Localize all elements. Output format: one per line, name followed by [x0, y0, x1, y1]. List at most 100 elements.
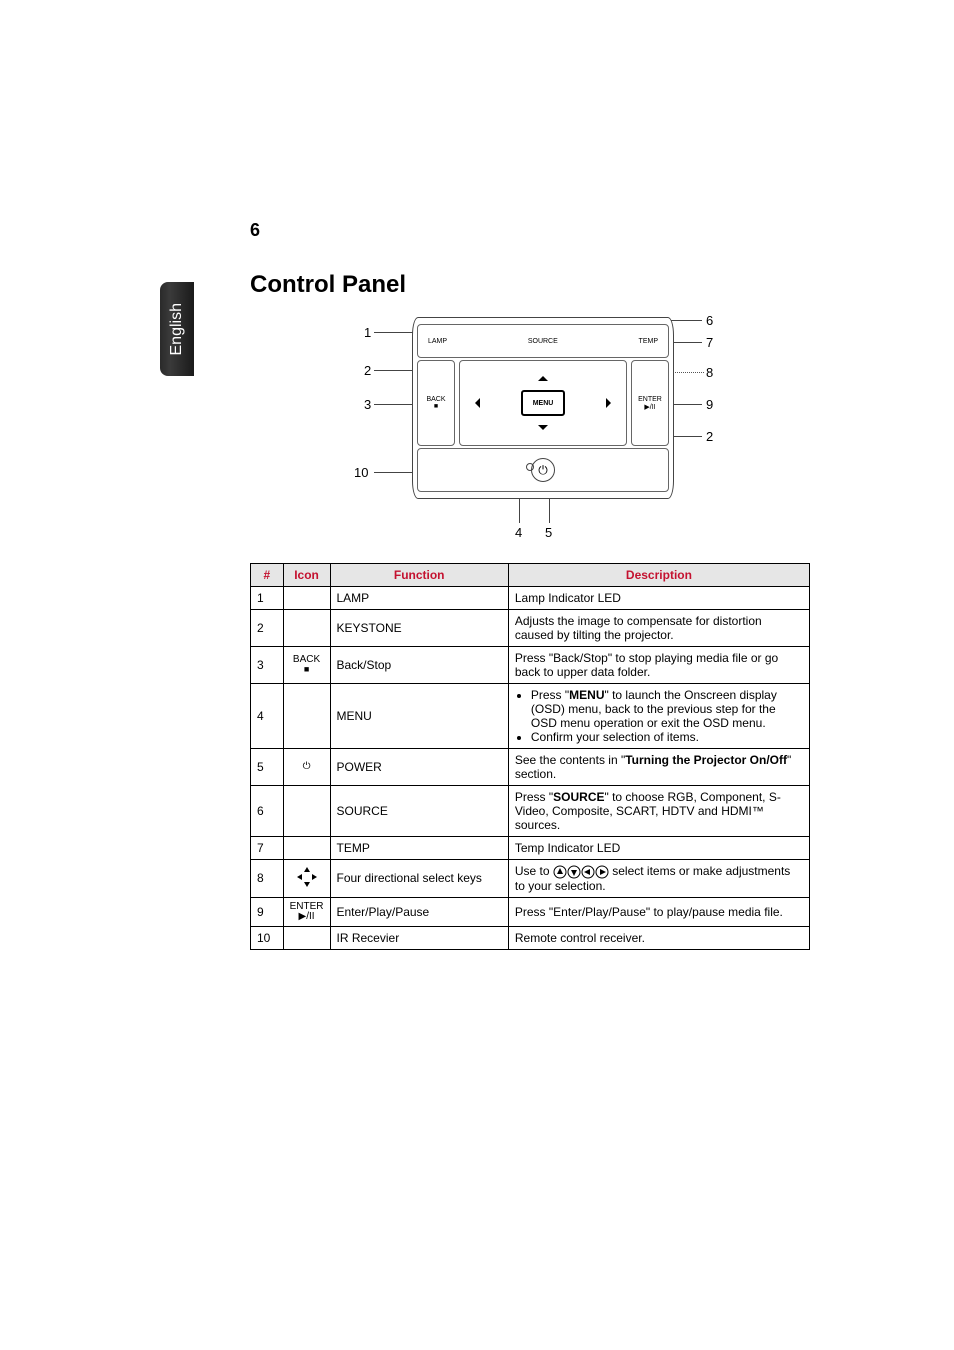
callout-4: 4	[515, 525, 522, 540]
cell-num: 1	[251, 587, 284, 610]
callout-2: 2	[364, 363, 371, 378]
sidebar-language-tab: English	[160, 282, 194, 376]
arrow-buttons-icon	[553, 864, 612, 878]
cell-func: IR Recevier	[330, 926, 508, 949]
callout-8: 8	[706, 365, 713, 380]
cell-desc: Press "SOURCE" to choose RGB, Component,…	[508, 786, 809, 837]
lamp-label: LAMP	[428, 338, 447, 345]
table-row: 10 IR Recevier Remote control receiver.	[251, 926, 810, 949]
source-label: SOURCE	[528, 338, 558, 345]
cell-num: 2	[251, 610, 284, 647]
list-item: Press "MENU" to launch the Onscreen disp…	[531, 688, 803, 730]
cell-icon	[283, 837, 330, 860]
back-label: BACK	[426, 396, 445, 403]
control-panel-table: # Icon Function Description 1 LAMP Lamp …	[250, 563, 810, 950]
cell-func: Enter/Play/Pause	[330, 897, 508, 926]
arrow-right-icon	[606, 398, 616, 408]
cell-num: 5	[251, 749, 284, 786]
cell-func: Four directional select keys	[330, 860, 508, 898]
text: Press "	[531, 688, 569, 702]
cell-func: TEMP	[330, 837, 508, 860]
cell-icon	[283, 860, 330, 898]
table-row: 3 BACK ■ Back/Stop Press "Back/Stop" to …	[251, 647, 810, 684]
cell-func: POWER	[330, 749, 508, 786]
th-func: Function	[330, 564, 508, 587]
enter-label: ENTER	[638, 396, 662, 403]
table-row: 2 KEYSTONE Adjusts the image to compensa…	[251, 610, 810, 647]
dpad: MENU	[459, 360, 627, 446]
back-stop-button: BACK ■	[417, 360, 455, 446]
callout-6: 6	[706, 313, 713, 328]
cell-desc: See the contents in "Turning the Project…	[508, 749, 809, 786]
sidebar-language-label: English	[168, 303, 186, 355]
cell-desc: Use to select items or make adjustments …	[508, 860, 809, 898]
callout-9: 9	[706, 397, 713, 412]
cell-desc: Press "Enter/Play/Pause" to play/pause m…	[508, 897, 809, 926]
table-row: 6 SOURCE Press "SOURCE" to choose RGB, C…	[251, 786, 810, 837]
panel-bottom-row: ⏻	[417, 448, 669, 492]
callout-2b: 2	[706, 429, 713, 444]
enter-play-pause-button: ENTER ▶/II	[631, 360, 669, 446]
cell-icon: ENTER ▶/II	[283, 897, 330, 926]
leader-line	[549, 495, 550, 523]
table-row: 4 MENU Press "MENU" to launch the Onscre…	[251, 684, 810, 749]
leader-line	[519, 495, 520, 523]
table-row: 1 LAMP Lamp Indicator LED	[251, 587, 810, 610]
list-item: Confirm your selection of items.	[531, 730, 803, 744]
cell-func: Back/Stop	[330, 647, 508, 684]
cell-func: MENU	[330, 684, 508, 749]
cell-desc: Temp Indicator LED	[508, 837, 809, 860]
cell-func: SOURCE	[330, 786, 508, 837]
cell-icon	[283, 587, 330, 610]
page-number: 6	[250, 220, 834, 241]
callout-10: 10	[354, 465, 368, 480]
cell-icon: BACK ■	[283, 647, 330, 684]
cell-num: 10	[251, 926, 284, 949]
cell-func: LAMP	[330, 587, 508, 610]
menu-button: MENU	[521, 390, 565, 416]
bold-text: SOURCE	[553, 790, 604, 804]
panel-body: LAMP SOURCE TEMP BACK ■ MENU ENTER	[412, 317, 674, 499]
page-container: 6 English Control Panel 1 2 3 10 6 7 8 9…	[0, 0, 954, 1010]
section-title: Control Panel	[250, 271, 834, 299]
bold-text: MENU	[569, 688, 604, 702]
table-row: 8 Four directional select keys Use to	[251, 860, 810, 898]
power-icon: ⏻	[538, 463, 548, 478]
arrow-left-icon	[470, 398, 480, 408]
arrow-up-icon	[538, 371, 548, 381]
cell-num: 8	[251, 860, 284, 898]
callout-5: 5	[545, 525, 552, 540]
th-desc: Description	[508, 564, 809, 587]
cell-num: 7	[251, 837, 284, 860]
text: See the contents in "	[515, 753, 625, 767]
cell-num: 9	[251, 897, 284, 926]
control-panel-diagram: 1 2 3 10 6 7 8 9 2 4 5 LAMP SOURCE TEMP	[292, 305, 752, 545]
ir-receiver-icon	[526, 463, 534, 471]
cell-num: 3	[251, 647, 284, 684]
callout-7: 7	[706, 335, 713, 350]
text: Press "	[515, 790, 553, 804]
th-num: #	[251, 564, 284, 587]
callout-3: 3	[364, 397, 371, 412]
dpad-icon	[296, 866, 318, 891]
temp-label: TEMP	[639, 338, 658, 345]
play-pause-icon: ▶/II	[644, 403, 655, 411]
cell-num: 6	[251, 786, 284, 837]
table-row: 5 ⏻ POWER See the contents in "Turning t…	[251, 749, 810, 786]
table-header-row: # Icon Function Description	[251, 564, 810, 587]
text: Use to	[515, 864, 553, 878]
cell-icon	[283, 926, 330, 949]
cell-desc: Remote control receiver.	[508, 926, 809, 949]
cell-desc: Adjusts the image to compensate for dist…	[508, 610, 809, 647]
cell-icon	[283, 684, 330, 749]
cell-icon	[283, 610, 330, 647]
cell-icon	[283, 786, 330, 837]
cell-num: 4	[251, 684, 284, 749]
stop-icon: ■	[434, 403, 438, 410]
th-icon: Icon	[283, 564, 330, 587]
panel-mid-row: BACK ■ MENU ENTER ▶/II	[417, 360, 669, 446]
bold-text: Turning the Projector On/Off	[625, 753, 787, 767]
table-row: 7 TEMP Temp Indicator LED	[251, 837, 810, 860]
cell-desc: Press "MENU" to launch the Onscreen disp…	[508, 684, 809, 749]
panel-top-row: LAMP SOURCE TEMP	[417, 324, 669, 358]
